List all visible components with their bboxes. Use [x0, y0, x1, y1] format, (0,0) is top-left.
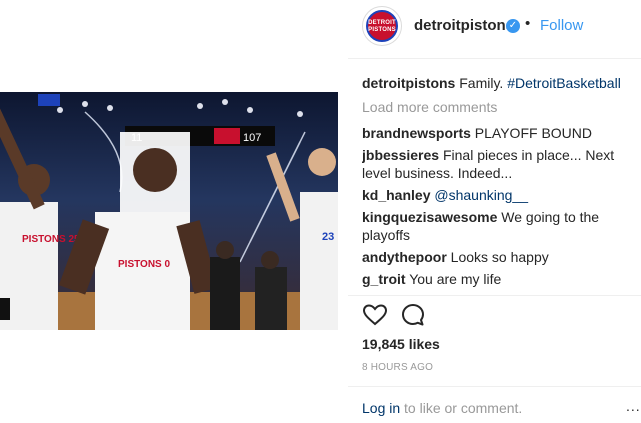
comment-username[interactable]: kingquezisawesome: [362, 209, 497, 225]
post-username[interactable]: detroitpistons: [414, 17, 514, 34]
footer-divider: [348, 386, 641, 387]
actions-divider: [348, 295, 641, 296]
comment-username[interactable]: brandnewsports: [362, 125, 471, 141]
jersey-center: PISTONS 0: [118, 259, 170, 270]
load-more-comments-button[interactable]: Load more comments: [362, 98, 637, 116]
comment-mention[interactable]: @shaunking__: [434, 187, 528, 203]
post-timestamp[interactable]: 8 HOURS AGO: [362, 362, 433, 373]
list-item: g_troit You are my life: [362, 270, 637, 288]
likes-count[interactable]: 19,845 likes: [362, 336, 440, 352]
post-photo[interactable]: 11 107 PISTONS 25 PISTONS 0 23: [0, 92, 338, 330]
more-options-icon[interactable]: ...: [626, 398, 641, 414]
caption-text: Family.: [459, 75, 504, 91]
login-prompt-text: to like or comment.: [400, 400, 523, 416]
caption-username[interactable]: detroitpistons: [362, 75, 455, 91]
celebration-photo: 11 107 PISTONS 25 PISTONS 0 23: [0, 92, 338, 330]
scoreboard-right: 107: [243, 132, 261, 144]
list-item: jbbessieres Final pieces in place... Nex…: [362, 146, 637, 182]
comment-username[interactable]: jbbessieres: [362, 147, 439, 163]
caption: detroitpistons Family. #DetroitBasketbal…: [362, 74, 637, 92]
jersey-right: 23: [322, 231, 334, 243]
comment-username[interactable]: andythepoor: [362, 249, 447, 265]
jersey-left: PISTONS 25: [22, 234, 80, 245]
caption-hashtag[interactable]: #DetroitBasketball: [507, 75, 621, 91]
photo-edge-mark: [0, 298, 10, 320]
list-item: kingquezisawesome We going to the playof…: [362, 208, 637, 244]
pistons-logo: DETROIT PISTONS: [366, 10, 398, 42]
post-detail-panel: DETROIT PISTONS detroitpistons ✓ • Follo…: [348, 0, 641, 423]
list-item: brandnewsports PLAYOFF BOUND: [362, 124, 637, 142]
verified-badge-icon: ✓: [506, 19, 520, 33]
header-divider: [348, 58, 641, 59]
login-link[interactable]: Log in: [362, 400, 400, 416]
heart-icon[interactable]: [362, 302, 388, 328]
post-header: DETROIT PISTONS detroitpistons ✓ • Follo…: [348, 0, 641, 58]
comments-list[interactable]: detroitpistons Family. #DetroitBasketbal…: [362, 74, 637, 292]
comment-username[interactable]: g_troit: [362, 271, 406, 287]
login-prompt: Log in to like or comment.: [362, 400, 522, 416]
avatar[interactable]: DETROIT PISTONS: [362, 6, 402, 46]
comment-username[interactable]: kd_hanley: [362, 187, 430, 203]
comment-bubble-icon[interactable]: [400, 302, 426, 328]
list-item: andythepoor Looks so happy: [362, 248, 637, 266]
separator-dot: •: [525, 15, 531, 32]
list-item: kd_hanley @shaunking__: [362, 186, 637, 204]
comment-text: You are my life: [409, 271, 502, 287]
comment-text: PLAYOFF BOUND: [474, 125, 592, 141]
comment-text: Looks so happy: [450, 249, 549, 265]
follow-button[interactable]: Follow: [540, 17, 583, 34]
post-actions: [362, 302, 462, 330]
